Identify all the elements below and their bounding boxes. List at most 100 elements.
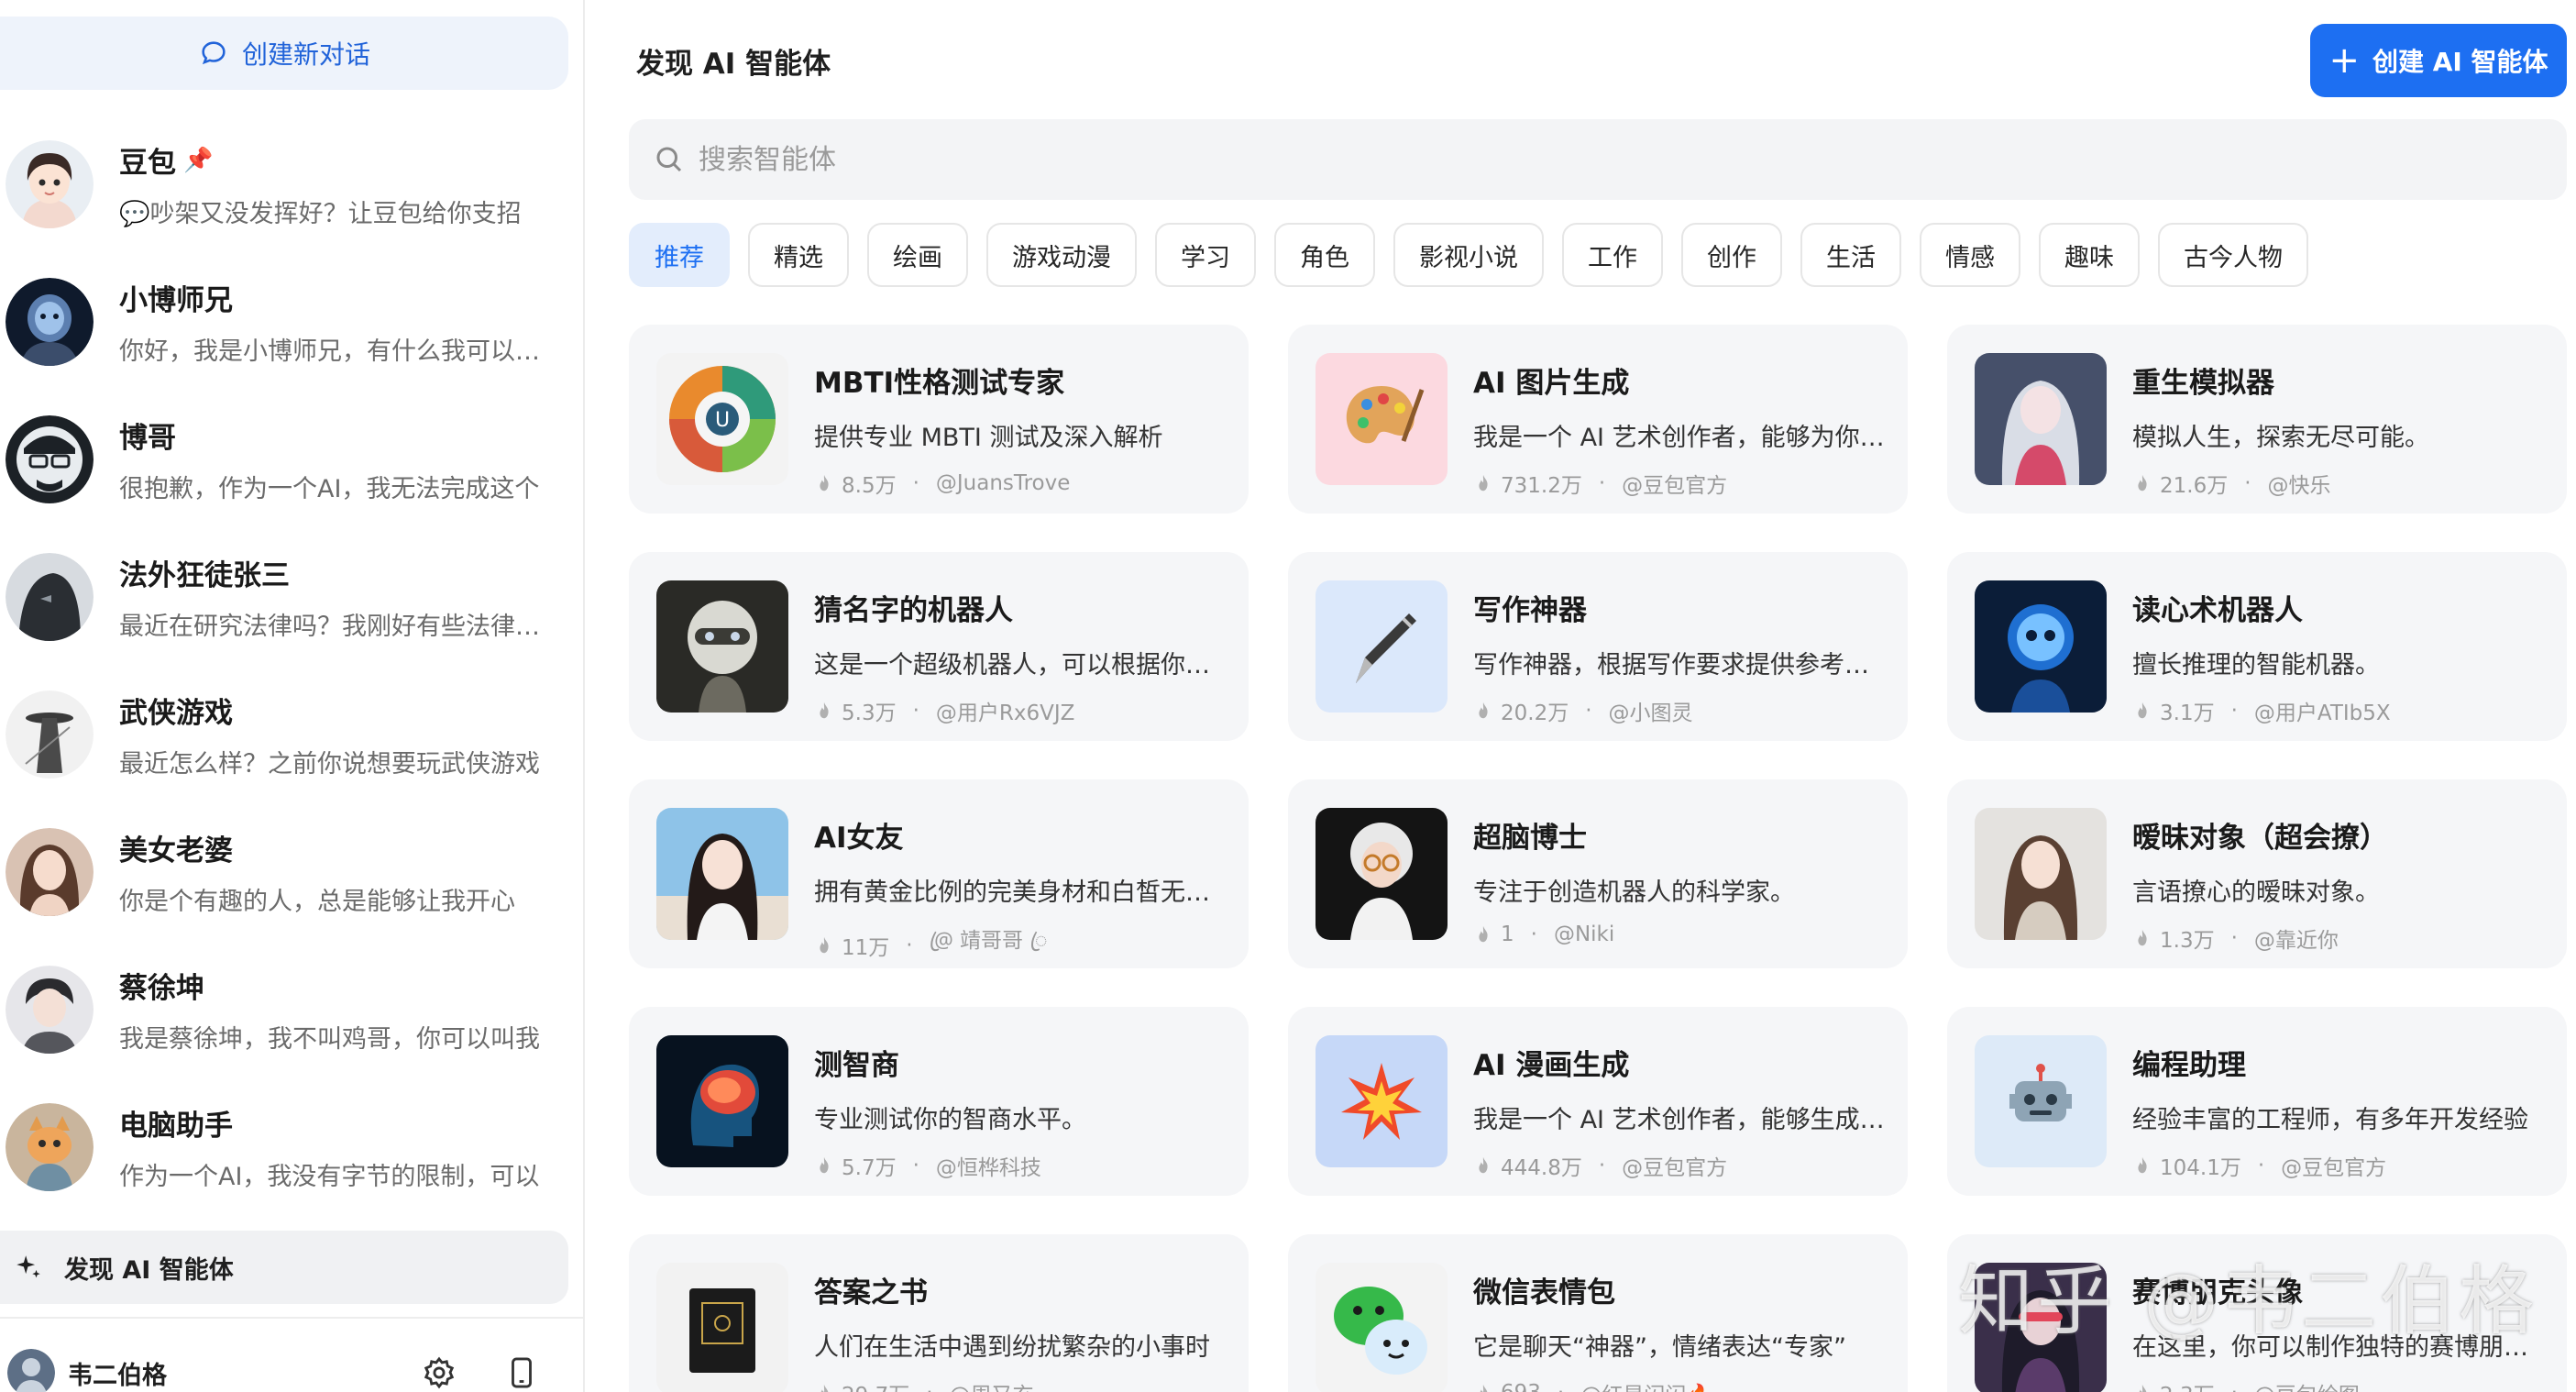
blue-robot-icon xyxy=(1975,580,2107,713)
fire-icon xyxy=(820,1156,829,1174)
agent-card[interactable]: U MBTI性格测试专家 提供专业 MBTI 测试及深入解析 8.5万 · @JuansT… xyxy=(629,325,1249,514)
agent-card[interactable]: 读心术机器人 擅长推理的智能机器。 3.1万 · @用户ATIb5X xyxy=(1947,552,2567,741)
usage-count: 29.7万 xyxy=(842,1377,909,1392)
agent-stats: 21.6万 · @快乐 xyxy=(2132,468,2545,499)
main-panel: 发现 AI 智能体 + 创建 AI 智能体 推荐 精选 绘画 游戏动漫 学习 角… xyxy=(587,0,2576,1392)
agent-author: @豆包官方 xyxy=(2281,1156,2387,1180)
user-avatar-icon xyxy=(7,1349,55,1392)
separator-dot: · xyxy=(912,1154,919,1177)
tab-emotion[interactable]: 情感 xyxy=(1920,223,2020,287)
tab-life[interactable]: 生活 xyxy=(1800,223,1901,287)
fire-icon xyxy=(2138,929,2147,946)
usage-count: 20.2万 xyxy=(1501,702,1569,725)
masked-avatar-icon xyxy=(6,553,94,641)
separator-dot: · xyxy=(2244,471,2251,495)
agent-card[interactable]: 编程助理 经验丰富的工程师，有多年开发经验 104.1万 · @豆包官方 xyxy=(1947,1007,2567,1196)
agent-name: 暧昧对象（超会撩） xyxy=(2132,822,2388,855)
agent-name: 读心术机器人 xyxy=(2132,594,2303,627)
agent-card[interactable]: 暧昧对象（超会撩） 言语撩心的暧昧对象。 1.3万 · @靠近你 xyxy=(1947,779,2567,968)
mobile-phone-icon[interactable] xyxy=(504,1355,539,1390)
tab-film-novel[interactable]: 影视小说 xyxy=(1393,223,1544,287)
search-bar[interactable] xyxy=(629,119,2567,200)
usage-count: 693 xyxy=(1501,1381,1541,1392)
chat-item-zhangsan[interactable]: 法外狂徒张三 最近在研究法律吗？我刚好有些法律问题 xyxy=(0,528,583,666)
agent-description: 我是一个 AI 艺术创作者，能够生成漫画 xyxy=(1473,1106,1886,1134)
agent-author: @豆包绘图 xyxy=(2254,1377,2360,1392)
chat-item-xiaobo[interactable]: 小博师兄 你好，我是小博师兄，有什么我可以帮你 xyxy=(0,253,583,391)
page-title: 发现 AI 智能体 xyxy=(636,48,831,81)
create-agent-button[interactable]: + 创建 AI 智能体 xyxy=(2310,24,2567,97)
agent-card[interactable]: 测智商 专业测试你的智商水平。 5.7万 · @恒桦科技 xyxy=(629,1007,1249,1196)
chat-item-wuxia[interactable]: 武侠游戏 最近怎么样？之前你说想要玩武侠游戏 xyxy=(0,666,583,803)
tab-recommend[interactable]: 推荐 xyxy=(629,223,730,287)
tab-roles[interactable]: 角色 xyxy=(1274,223,1375,287)
agent-stats: 731.2万 · @豆包官方 xyxy=(1473,468,1886,499)
tab-featured[interactable]: 精选 xyxy=(748,223,849,287)
chat-item-boge[interactable]: 博哥 很抱歉，作为一个AI，我无法完成这个 xyxy=(0,391,583,528)
agent-card[interactable]: AI 图片生成我是一个 AI 艺术创作者，能够为你生成图片 731.2万 · @豆包官… xyxy=(1288,325,1908,514)
chat-name: 电脑助手 xyxy=(119,1110,233,1143)
chat-preview: 作为一个AI，我没有字节的限制，可以 xyxy=(119,1163,540,1191)
plus-icon: + xyxy=(2328,39,2360,82)
mbti-chart-icon: U xyxy=(656,353,788,485)
man-avatar-icon xyxy=(6,966,94,1054)
comic-explosion-icon xyxy=(1316,1035,1448,1167)
fire-icon xyxy=(2138,1156,2147,1174)
new-chat-button[interactable]: 创建新对话 xyxy=(0,17,568,90)
tab-study[interactable]: 学习 xyxy=(1155,223,1256,287)
tab-creation[interactable]: 创作 xyxy=(1681,223,1782,287)
agent-card[interactable]: 答案之书人们在生活中遇到纷扰繁杂的小事时 29.7万 · @周又玄 xyxy=(629,1234,1249,1392)
answer-book-icon xyxy=(656,1263,788,1392)
separator-dot: · xyxy=(1530,922,1537,946)
agent-description: 这是一个超级机器人，可以根据你的描述 xyxy=(814,651,1227,679)
discover-agents-nav[interactable]: 发现 AI 智能体 xyxy=(0,1231,568,1304)
agent-description: 提供专业 MBTI 测试及深入解析 xyxy=(814,424,1163,452)
chat-item-laopo[interactable]: 美女老婆 你是个有趣的人，总是能够让我开心 xyxy=(0,803,583,941)
chat-item-caixukun[interactable]: 蔡徐坤 我是蔡徐坤，我不叫鸡哥，你可以叫我 xyxy=(0,941,583,1078)
chat-preview: 我是蔡徐坤，我不叫鸡哥，你可以叫我 xyxy=(119,1025,540,1054)
agent-stats: 2.3万 · @豆包绘图 xyxy=(2132,1377,2545,1392)
usage-count: 2.3万 xyxy=(2160,1377,2215,1392)
tab-drawing[interactable]: 绘画 xyxy=(867,223,968,287)
agent-card[interactable]: AI 漫画生成 我是一个 AI 艺术创作者，能够生成漫画 444.8万 · @豆包官方 xyxy=(1288,1007,1908,1196)
usage-count: 1 xyxy=(1501,922,1514,946)
fire-icon xyxy=(820,1384,829,1392)
agent-author: @用户Rx6VJZ xyxy=(935,702,1075,725)
agent-card[interactable]: 写作神器 写作神器，根据写作要求提供参考内容 20.2万 · @小图灵 xyxy=(1288,552,1908,741)
agent-stats: 5.3万 · @用户Rx6VJZ xyxy=(814,695,1227,726)
chat-item-doubao[interactable]: 豆包 📌 💬吵架又没发挥好？让豆包给你支招 xyxy=(0,116,583,253)
chat-list: 豆包 📌 💬吵架又没发挥好？让豆包给你支招 小博师兄 你好，我是小博师兄，有什么我… xyxy=(0,116,583,1216)
search-input[interactable] xyxy=(699,143,2440,176)
user-avatar[interactable] xyxy=(7,1349,55,1392)
sparkle-icon xyxy=(17,1255,40,1278)
sidebar-divider xyxy=(0,1317,583,1319)
tab-work[interactable]: 工作 xyxy=(1562,223,1663,287)
separator-dot: · xyxy=(1598,471,1606,495)
fire-icon xyxy=(2138,702,2147,719)
separator-dot: · xyxy=(912,471,919,495)
tab-historical-figures[interactable]: 古今人物 xyxy=(2158,223,2308,287)
chat-item-diannao[interactable]: 电脑助手 作为一个AI，我没有字节的限制，可以 xyxy=(0,1078,583,1216)
avatar xyxy=(6,278,94,366)
agent-description: 拥有黄金比例的完美身材和白皙无瑕的 xyxy=(814,878,1227,907)
search-icon xyxy=(656,147,682,172)
agent-card[interactable]: 微信表情包它是聊天“神器”，情绪表达“专家” 693 · @红星闪闪🔥 xyxy=(1288,1234,1908,1392)
agent-description: 我是一个 AI 艺术创作者，能够为你生成图片 xyxy=(1473,424,1886,452)
tab-fun[interactable]: 趣味 xyxy=(2039,223,2140,287)
chat-preview: 很抱歉，作为一个AI，我无法完成这个 xyxy=(119,475,540,503)
fire-icon xyxy=(820,474,829,492)
avatar xyxy=(6,553,94,641)
agent-card[interactable]: 超脑博士 专注于创造机器人的科学家。 1 · @Niki xyxy=(1288,779,1908,968)
separator-dot: · xyxy=(1598,1154,1606,1177)
agent-card[interactable]: 猜名字的机器人这是一个超级机器人，可以根据你的描述 5.3万 · @用户Rx6VJZ xyxy=(629,552,1249,741)
agent-name: 猜名字的机器人 xyxy=(814,594,1013,627)
usage-count: 444.8万 xyxy=(1501,1156,1582,1180)
settings-gear-icon[interactable] xyxy=(422,1355,457,1390)
tab-games-anime[interactable]: 游戏动漫 xyxy=(986,223,1137,287)
ai-girlfriend-icon xyxy=(656,808,788,940)
agent-card[interactable]: 重生模拟器 模拟人生，探索无尽可能。 21.6万 · @快乐 xyxy=(1947,325,2567,514)
avatar xyxy=(6,415,94,503)
agent-card[interactable]: AI女友 拥有黄金比例的完美身材和白皙无瑕的 11万 · @ꦿ 靖哥哥 ꦿ xyxy=(629,779,1249,968)
agent-name: MBTI性格测试专家 xyxy=(814,367,1065,400)
new-chat-label: 创建新对话 xyxy=(241,39,370,70)
